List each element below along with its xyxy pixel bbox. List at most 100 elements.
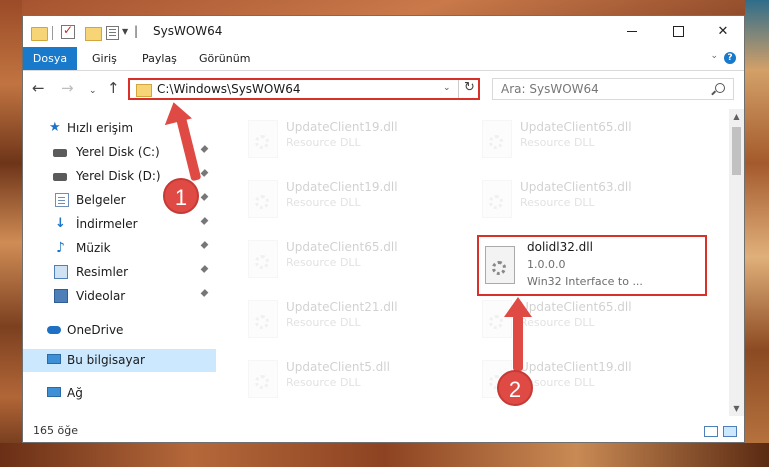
maximize-button[interactable] <box>655 16 701 47</box>
close-icon: ✕ <box>717 24 729 39</box>
sidebar-item-label: Müzik <box>76 241 111 255</box>
file-version: 1.0.0.0 <box>527 258 566 271</box>
tab-view[interactable]: Görünüm <box>191 47 258 70</box>
title-bar: ▼ | SysWOW64 ✕ <box>23 16 744 47</box>
address-bar[interactable]: C:\Windows\SysWOW64 ⌄ ↻ <box>128 78 480 100</box>
pin-icon <box>200 241 209 251</box>
music-icon: ♪ <box>56 240 65 256</box>
pin-icon <box>200 169 209 179</box>
pin-icon <box>200 289 209 299</box>
close-button[interactable]: ✕ <box>700 16 746 47</box>
drive-icon <box>53 149 67 157</box>
annotation-badge-1: 1 <box>163 178 199 214</box>
recent-locations-button[interactable]: ⌄ <box>89 83 97 99</box>
sidebar-item-this-pc[interactable]: Bu bilgisayar <box>23 349 216 372</box>
file-name: UpdateClient65.dll <box>520 300 632 314</box>
chevron-down-icon[interactable]: ⌄ <box>443 83 451 93</box>
properties-check-icon[interactable] <box>61 23 75 39</box>
vertical-scrollbar[interactable]: ▲ ▼ <box>729 109 744 416</box>
file-item-highlighted[interactable]: dolidl32.dll 1.0.0.0 Win32 Interface to … <box>477 235 707 296</box>
details-view-icon[interactable] <box>704 426 718 437</box>
file-item[interactable]: UpdateClient19.dll Resource DLL <box>245 175 475 225</box>
help-icon[interactable]: ? <box>724 52 736 64</box>
file-item[interactable]: UpdateClient63.dll Resource DLL <box>479 175 709 225</box>
dll-file-icon <box>248 120 278 158</box>
file-description: Resource DLL <box>286 136 361 149</box>
dll-file-icon <box>248 360 278 398</box>
file-item[interactable]: UpdateClient21.dll Resource DLL <box>245 295 475 345</box>
file-name: UpdateClient19.dll <box>520 360 632 374</box>
window-title: SysWOW64 <box>153 24 223 38</box>
item-count: 165 öğe <box>33 424 78 437</box>
sidebar-item-label: Belgeler <box>76 193 126 207</box>
videos-icon <box>54 289 68 303</box>
sidebar-item-label: İndirmeler <box>76 217 138 231</box>
tab-share[interactable]: Paylaş <box>134 47 185 70</box>
file-name: UpdateClient65.dll <box>520 120 632 134</box>
address-divider <box>458 80 459 98</box>
back-button[interactable]: ← <box>32 80 45 96</box>
search-input[interactable]: Ara: SysWOW64 <box>492 78 734 100</box>
forward-button[interactable]: → <box>61 80 74 96</box>
file-description: Resource DLL <box>520 136 595 149</box>
desktop-background-bottom <box>0 443 769 467</box>
dll-file-icon <box>248 180 278 218</box>
annotation-arrow-head-2 <box>504 297 532 317</box>
sidebar-item-network[interactable]: Ağ <box>23 382 216 405</box>
sidebar-item-music[interactable]: ♪ Müzik <box>23 237 216 260</box>
sidebar-item-videos[interactable]: Videolar <box>23 285 216 308</box>
file-name: dolidl32.dll <box>527 240 593 254</box>
up-button[interactable]: ↑ <box>107 80 120 96</box>
scrollbar-thumb[interactable] <box>732 127 741 175</box>
file-name: UpdateClient63.dll <box>520 180 632 194</box>
new-folder-icon[interactable] <box>85 27 102 41</box>
sidebar-item-label: Yerel Disk (C:) <box>76 145 160 159</box>
desktop-background-left <box>0 0 22 467</box>
quick-access-dropdown-icon[interactable]: ▼ <box>122 27 128 36</box>
drive-icon <box>53 173 67 181</box>
address-path[interactable]: C:\Windows\SysWOW64 <box>157 82 301 96</box>
sidebar-item-label: OneDrive <box>67 323 124 337</box>
file-description: Resource DLL <box>520 316 595 329</box>
file-name: UpdateClient21.dll <box>286 300 398 314</box>
computer-icon <box>47 354 61 364</box>
sidebar-item-pictures[interactable]: Resimler <box>23 261 216 284</box>
cloud-icon <box>47 326 61 334</box>
refresh-icon[interactable]: ↻ <box>464 80 475 95</box>
download-icon: ↓ <box>55 216 66 231</box>
file-item[interactable]: UpdateClient65.dll Resource DLL <box>479 115 709 165</box>
file-description: Resource DLL <box>520 196 595 209</box>
properties-icon[interactable] <box>106 26 119 40</box>
maximize-icon <box>672 26 684 37</box>
chevron-down-icon[interactable]: ⌄ <box>710 51 718 61</box>
file-name: UpdateClient5.dll <box>286 360 390 374</box>
scroll-down-icon[interactable]: ▼ <box>729 401 744 416</box>
file-description: Resource DLL <box>286 316 361 329</box>
file-description: Win32 Interface to ... <box>527 275 643 288</box>
sidebar-item-label: Resimler <box>76 265 129 279</box>
dll-file-icon <box>482 120 512 158</box>
minimize-button[interactable] <box>609 16 655 47</box>
file-item[interactable]: UpdateClient19.dll Resource DLL <box>245 115 475 165</box>
annotation-arrow-2 <box>513 315 523 371</box>
sidebar-item-onedrive[interactable]: OneDrive <box>23 319 216 342</box>
desktop-background-right <box>745 0 769 467</box>
dll-file-icon <box>248 240 278 278</box>
scroll-up-icon[interactable]: ▲ <box>729 109 744 124</box>
search-placeholder: Ara: SysWOW64 <box>501 82 599 96</box>
tiles-view-icon[interactable] <box>723 426 737 437</box>
sidebar-item-label: Yerel Disk (D:) <box>76 169 161 183</box>
file-item[interactable]: UpdateClient5.dll Resource DLL <box>245 355 475 405</box>
sidebar-item-label: Hızlı erişim <box>67 121 134 135</box>
folder-icon <box>136 84 152 97</box>
minimize-icon <box>627 31 637 32</box>
file-item[interactable]: UpdateClient65.dll Resource DLL <box>245 235 475 285</box>
tab-home[interactable]: Giriş <box>84 47 125 70</box>
tab-file[interactable]: Dosya <box>23 47 77 70</box>
ribbon-tabs: Dosya Giriş Paylaş Görünüm ⌄ ? <box>23 47 744 71</box>
dll-file-icon <box>485 246 515 284</box>
sidebar-item-downloads[interactable]: ↓ İndirmeler <box>23 213 216 236</box>
pin-icon <box>200 217 209 227</box>
pin-icon <box>200 193 209 203</box>
star-icon: ★ <box>49 120 61 135</box>
